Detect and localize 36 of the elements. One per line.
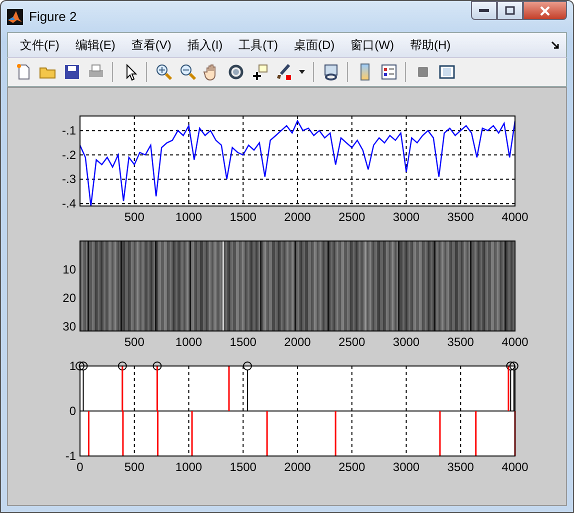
window-title: Figure 2 [29, 9, 78, 24]
y-tick-label: -.4 [62, 196, 76, 211]
x-tick-label: 0 [76, 460, 84, 474]
y-tick-label: 30 [62, 320, 76, 334]
y-tick-label: -.2 [62, 148, 76, 162]
x-tick-label: 500 [124, 460, 144, 474]
x-tick-label: 1500 [230, 460, 256, 474]
x-tick-label: 1000 [175, 210, 202, 224]
x-tick-label: 2500 [338, 335, 366, 349]
x-tick-label: 2500 [338, 210, 366, 224]
x-tick-label: 500 [124, 210, 144, 224]
y-tick-label: -.3 [62, 172, 76, 186]
x-tick-label: 2000 [284, 460, 311, 474]
y-tick-label: 20 [62, 291, 76, 306]
y-tick-label: -.1 [62, 124, 76, 138]
x-tick-label: 2000 [284, 335, 311, 349]
x-tick-label: 500 [124, 335, 144, 349]
x-tick-label: 4000 [502, 210, 528, 224]
x-tick-label: 3000 [392, 335, 420, 349]
y-tick-label: -1 [65, 449, 76, 463]
x-tick-label: 1000 [175, 335, 202, 349]
y-tick-label: 10 [62, 262, 76, 277]
x-tick-label: 3000 [392, 210, 420, 224]
x-tick-label: 4000 [502, 335, 528, 349]
x-tick-label: 3000 [392, 460, 420, 474]
y-tick-label: 0 [69, 404, 76, 418]
x-tick-label: 3500 [447, 210, 474, 224]
x-tick-label: 2000 [284, 210, 311, 224]
x-tick-label: 3500 [447, 460, 474, 474]
x-tick-label: 1500 [230, 210, 256, 224]
x-tick-label: 3500 [447, 335, 474, 349]
x-tick-label: 4000 [502, 460, 528, 474]
x-tick-label: 1500 [230, 335, 256, 349]
y-tick-label: 1 [69, 361, 76, 373]
x-tick-label: 1000 [175, 460, 202, 474]
x-tick-label: 2500 [338, 460, 366, 474]
